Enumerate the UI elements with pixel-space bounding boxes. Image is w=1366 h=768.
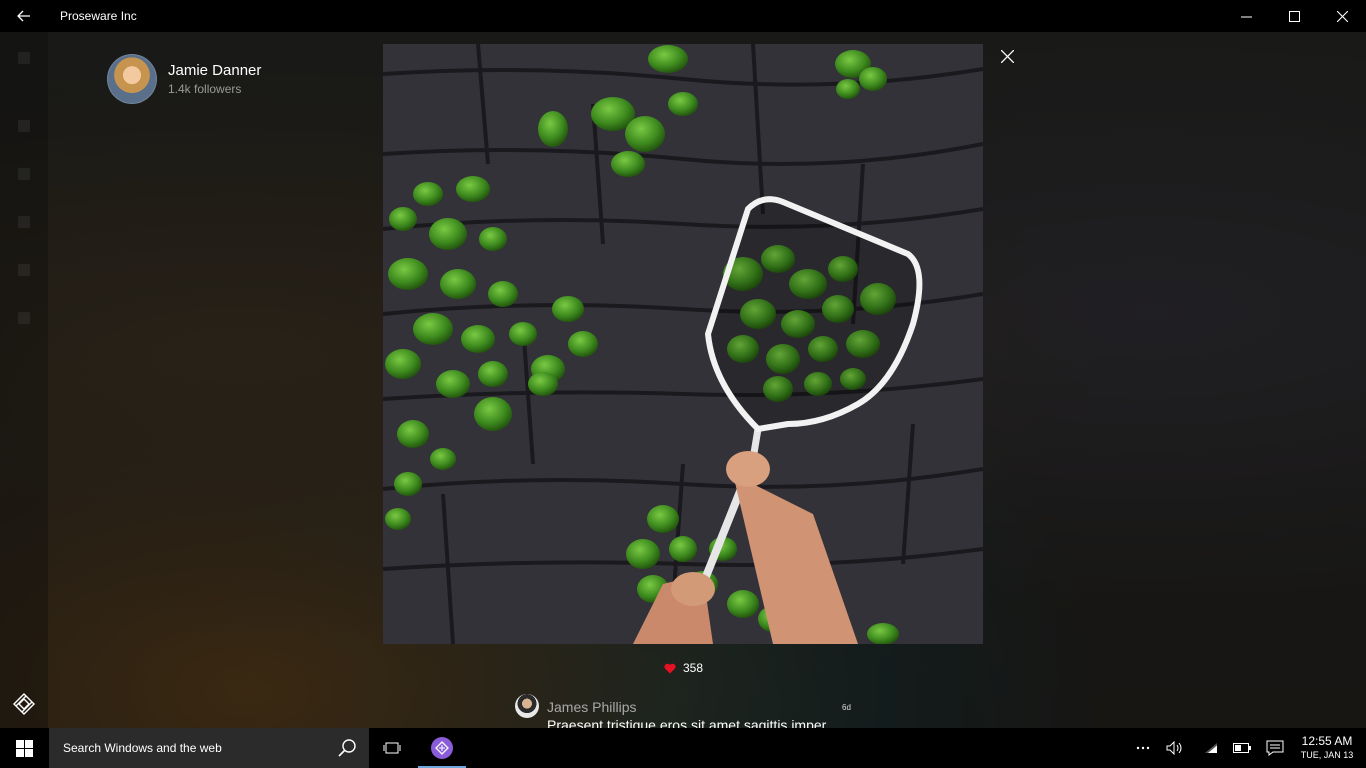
title-bar: Proseware Inc <box>0 0 1366 32</box>
profile-name[interactable]: Jamie Danner <box>168 62 261 80</box>
close-window-button[interactable] <box>1318 0 1366 32</box>
more-icon <box>1136 746 1150 750</box>
wifi-icon <box>1205 743 1217 753</box>
back-arrow-icon <box>17 10 30 22</box>
app-icon <box>431 737 453 759</box>
close-icon <box>1336 10 1348 22</box>
show-hidden-icons-button[interactable] <box>1132 728 1154 768</box>
battery-icon <box>1233 743 1251 753</box>
clock-time: 12:55 AM <box>1301 734 1353 748</box>
profile-header[interactable]: Jamie Danner 1.4k followers <box>107 54 261 104</box>
commenter-avatar[interactable] <box>515 694 539 718</box>
task-view-icon <box>383 742 401 754</box>
search-placeholder: Search Windows and the web <box>63 741 222 755</box>
notifications-icon <box>1266 740 1284 756</box>
window-controls <box>1222 0 1366 32</box>
avatar[interactable] <box>107 54 157 104</box>
battery-button[interactable] <box>1230 728 1254 768</box>
taskbar-app-proseware[interactable] <box>418 728 466 768</box>
back-button[interactable] <box>0 0 48 32</box>
task-view-button[interactable] <box>372 728 412 768</box>
action-center-button[interactable] <box>1262 728 1288 768</box>
comment-item: James Phillips 6d Praesent tristique ero… <box>515 694 855 728</box>
network-button[interactable] <box>1200 728 1222 768</box>
maximize-icon <box>1288 10 1300 22</box>
app-logo-icon[interactable] <box>12 692 36 716</box>
clock-date: TUE, JAN 13 <box>1300 750 1354 760</box>
volume-icon <box>1166 741 1182 755</box>
like-count: 358 <box>683 661 704 675</box>
post-photo[interactable] <box>383 44 983 644</box>
minimize-icon <box>1240 16 1252 17</box>
start-button[interactable] <box>0 728 48 768</box>
maximize-button[interactable] <box>1270 0 1318 32</box>
comment-text: Praesent tristique eros sit amet sagitti… <box>547 717 827 728</box>
minimize-button[interactable] <box>1222 0 1270 32</box>
clock[interactable]: 12:55 AM TUE, JAN 13 <box>1298 734 1356 762</box>
close-photo-button[interactable] <box>995 44 1019 68</box>
close-icon <box>1000 49 1014 63</box>
commenter-name[interactable]: James Phillips <box>547 699 636 715</box>
search-icon <box>338 739 356 757</box>
like-counter[interactable]: 358 <box>664 661 703 675</box>
follower-count: 1.4k followers <box>168 81 242 96</box>
heart-icon <box>664 663 676 673</box>
taskbar-search-box[interactable]: Search Windows and the web <box>49 728 369 768</box>
window-title: Proseware Inc <box>60 9 137 23</box>
volume-button[interactable] <box>1164 728 1186 768</box>
taskbar: Search Windows and the web 12:55 AM TUE,… <box>0 728 1366 768</box>
photo-image <box>383 44 983 644</box>
comment-timestamp: 6d <box>842 703 851 712</box>
windows-logo-icon <box>15 739 33 757</box>
